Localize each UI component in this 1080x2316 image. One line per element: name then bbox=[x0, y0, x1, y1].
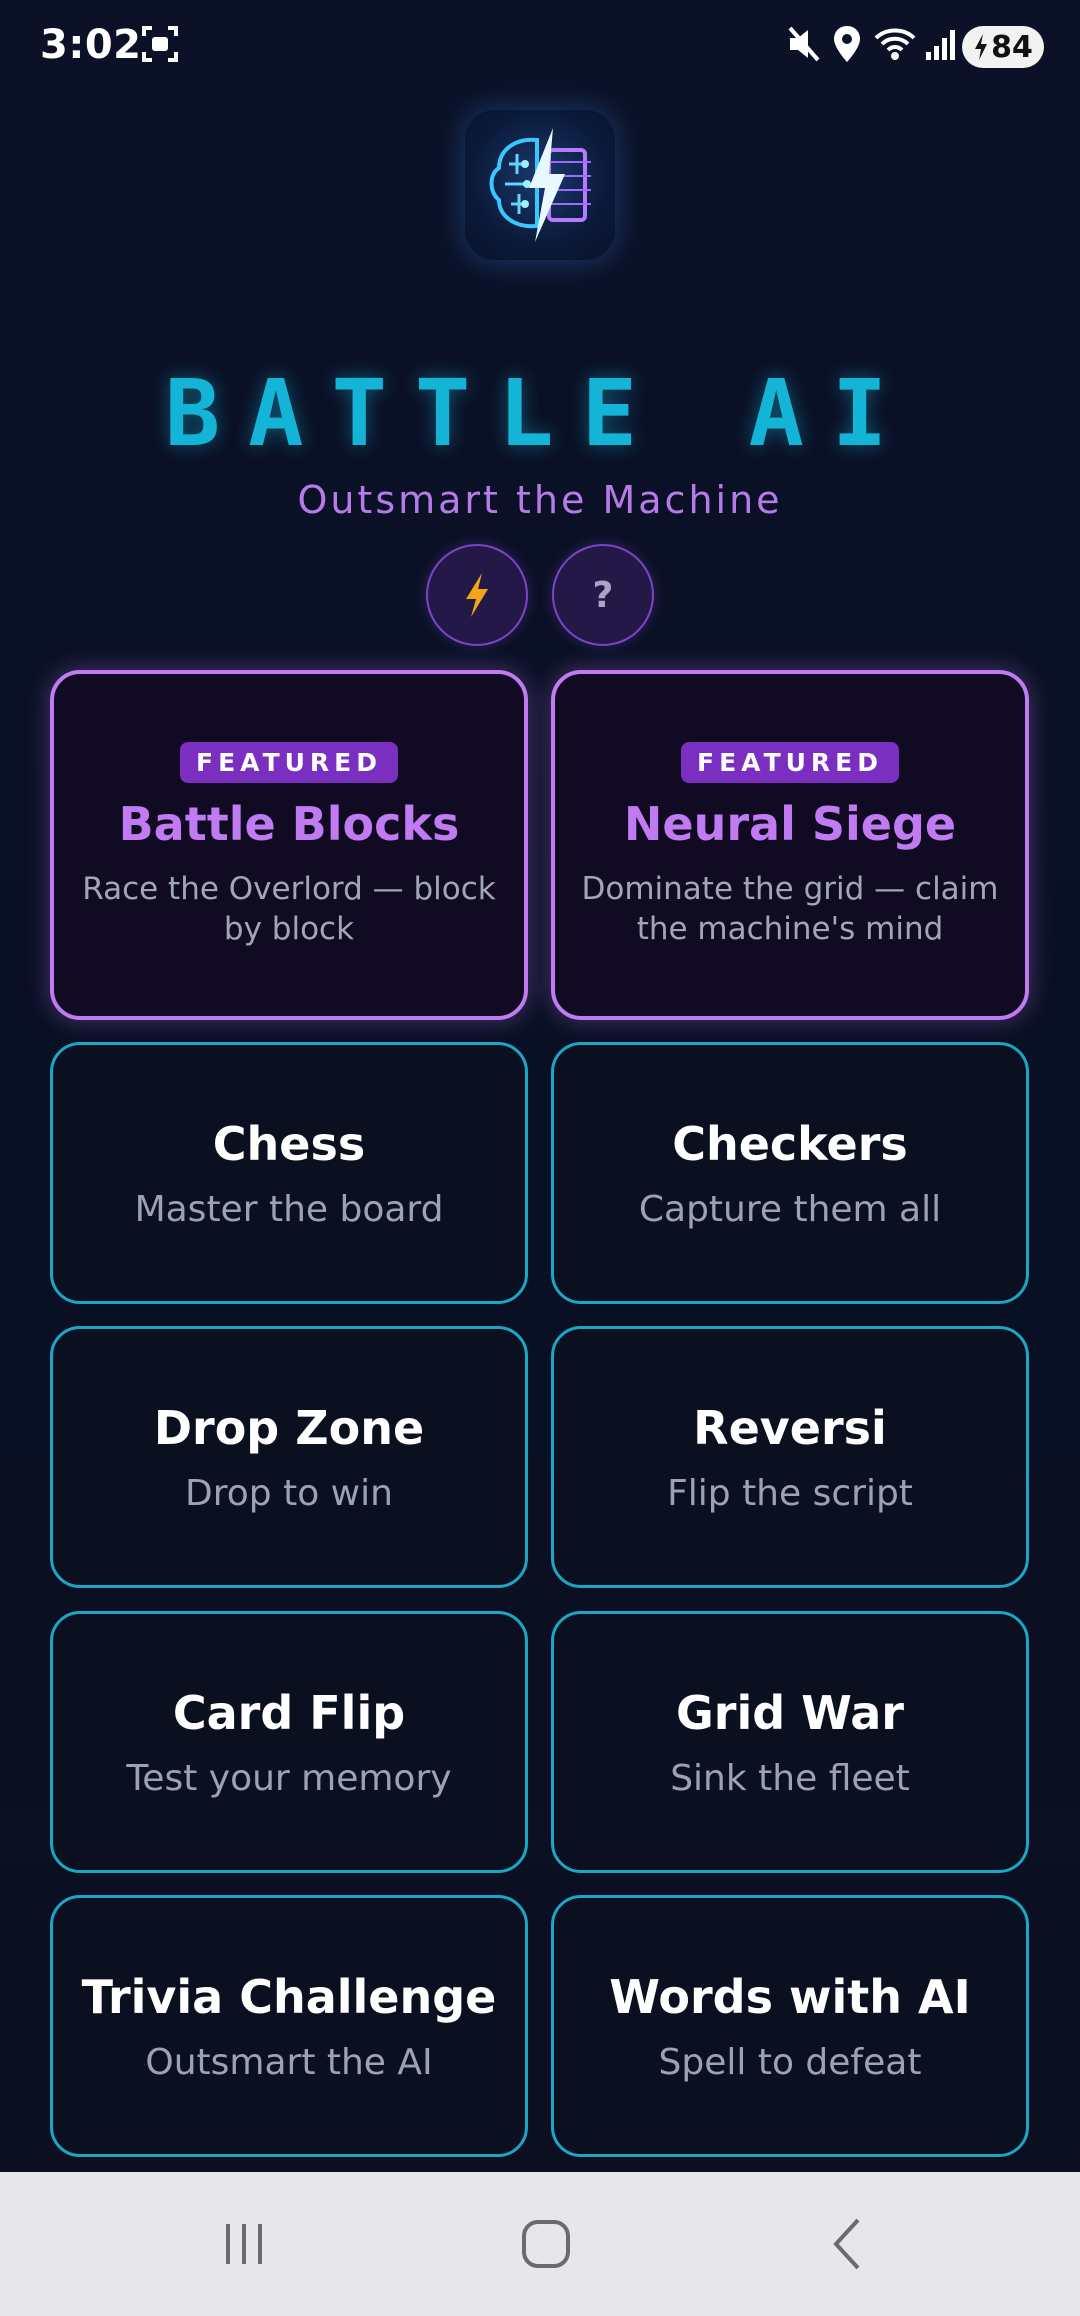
screenshot-icon bbox=[140, 24, 180, 68]
app-subtitle: Outsmart the Machine bbox=[297, 478, 783, 522]
game-card-drop-zone[interactable]: Drop Zone Drop to win bbox=[50, 1326, 528, 1588]
game-description: Spell to defeat bbox=[658, 2041, 922, 2083]
game-description: Sink the fleet bbox=[670, 1757, 910, 1799]
game-card-trivia-challenge[interactable]: Trivia Challenge Outsmart the AI bbox=[50, 1895, 528, 2157]
game-description: Master the board bbox=[134, 1188, 444, 1230]
status-bar: 3:02 84 bbox=[0, 0, 1080, 96]
game-card-chess[interactable]: Chess Master the board bbox=[50, 1042, 528, 1304]
battery-indicator: 84 bbox=[962, 26, 1044, 68]
game-title: Card Flip bbox=[172, 1685, 406, 1740]
game-title: Words with AI bbox=[609, 1969, 971, 2024]
game-card-grid-war[interactable]: Grid War Sink the fleet bbox=[551, 1611, 1029, 1873]
game-description: Capture them all bbox=[638, 1188, 942, 1230]
game-card-checkers[interactable]: Checkers Capture them all bbox=[551, 1042, 1029, 1304]
system-navigation-bar bbox=[0, 2172, 1080, 2316]
game-card-battle-blocks[interactable]: FEATURED Battle Blocks Race the Overlord… bbox=[50, 670, 528, 1020]
status-time: 3:02 bbox=[40, 22, 142, 68]
game-title: Chess bbox=[212, 1116, 366, 1171]
back-icon bbox=[833, 2218, 860, 2270]
app-logo bbox=[465, 110, 615, 260]
power-up-button[interactable] bbox=[426, 544, 528, 646]
back-button[interactable] bbox=[748, 2172, 948, 2316]
app-title: BATTLE AI bbox=[164, 360, 916, 467]
game-title: Checkers bbox=[672, 1116, 908, 1171]
game-card-words-with-ai[interactable]: Words with AI Spell to defeat bbox=[551, 1895, 1029, 2157]
game-description: Flip the script bbox=[667, 1472, 913, 1514]
game-description: Outsmart the AI bbox=[145, 2041, 433, 2083]
game-title: Drop Zone bbox=[153, 1400, 425, 1455]
featured-badge: FEATURED bbox=[681, 741, 899, 783]
game-card-reversi[interactable]: Reversi Flip the script bbox=[551, 1326, 1029, 1588]
game-title: Reversi bbox=[693, 1400, 887, 1455]
game-description: Dominate the grid — claim the machine's … bbox=[581, 870, 999, 947]
home-button[interactable] bbox=[446, 2172, 646, 2316]
game-card-neural-siege[interactable]: FEATURED Neural Siege Dominate the grid … bbox=[551, 670, 1029, 1020]
location-icon bbox=[832, 24, 862, 68]
game-description: Drop to win bbox=[185, 1472, 393, 1514]
home-icon bbox=[522, 2220, 570, 2268]
game-description: Test your memory bbox=[126, 1757, 452, 1799]
game-title: Grid War bbox=[676, 1685, 904, 1740]
signal-icon bbox=[924, 24, 958, 68]
battery-charging-icon bbox=[975, 34, 988, 60]
wifi-icon bbox=[874, 24, 916, 68]
recents-icon bbox=[226, 2224, 262, 2264]
recents-button[interactable] bbox=[144, 2172, 344, 2316]
game-title: Neural Siege bbox=[623, 796, 957, 851]
game-description: Race the Overlord — block by block bbox=[82, 870, 496, 947]
help-button[interactable]: ? bbox=[552, 544, 654, 646]
help-icon: ? bbox=[592, 574, 614, 616]
mute-icon bbox=[786, 24, 822, 68]
lightning-icon bbox=[466, 573, 488, 617]
game-title: Battle Blocks bbox=[118, 796, 460, 851]
battery-level: 84 bbox=[991, 29, 1033, 65]
game-card-card-flip[interactable]: Card Flip Test your memory bbox=[50, 1611, 528, 1873]
featured-badge: FEATURED bbox=[180, 741, 398, 783]
game-title: Trivia Challenge bbox=[81, 1969, 497, 2024]
